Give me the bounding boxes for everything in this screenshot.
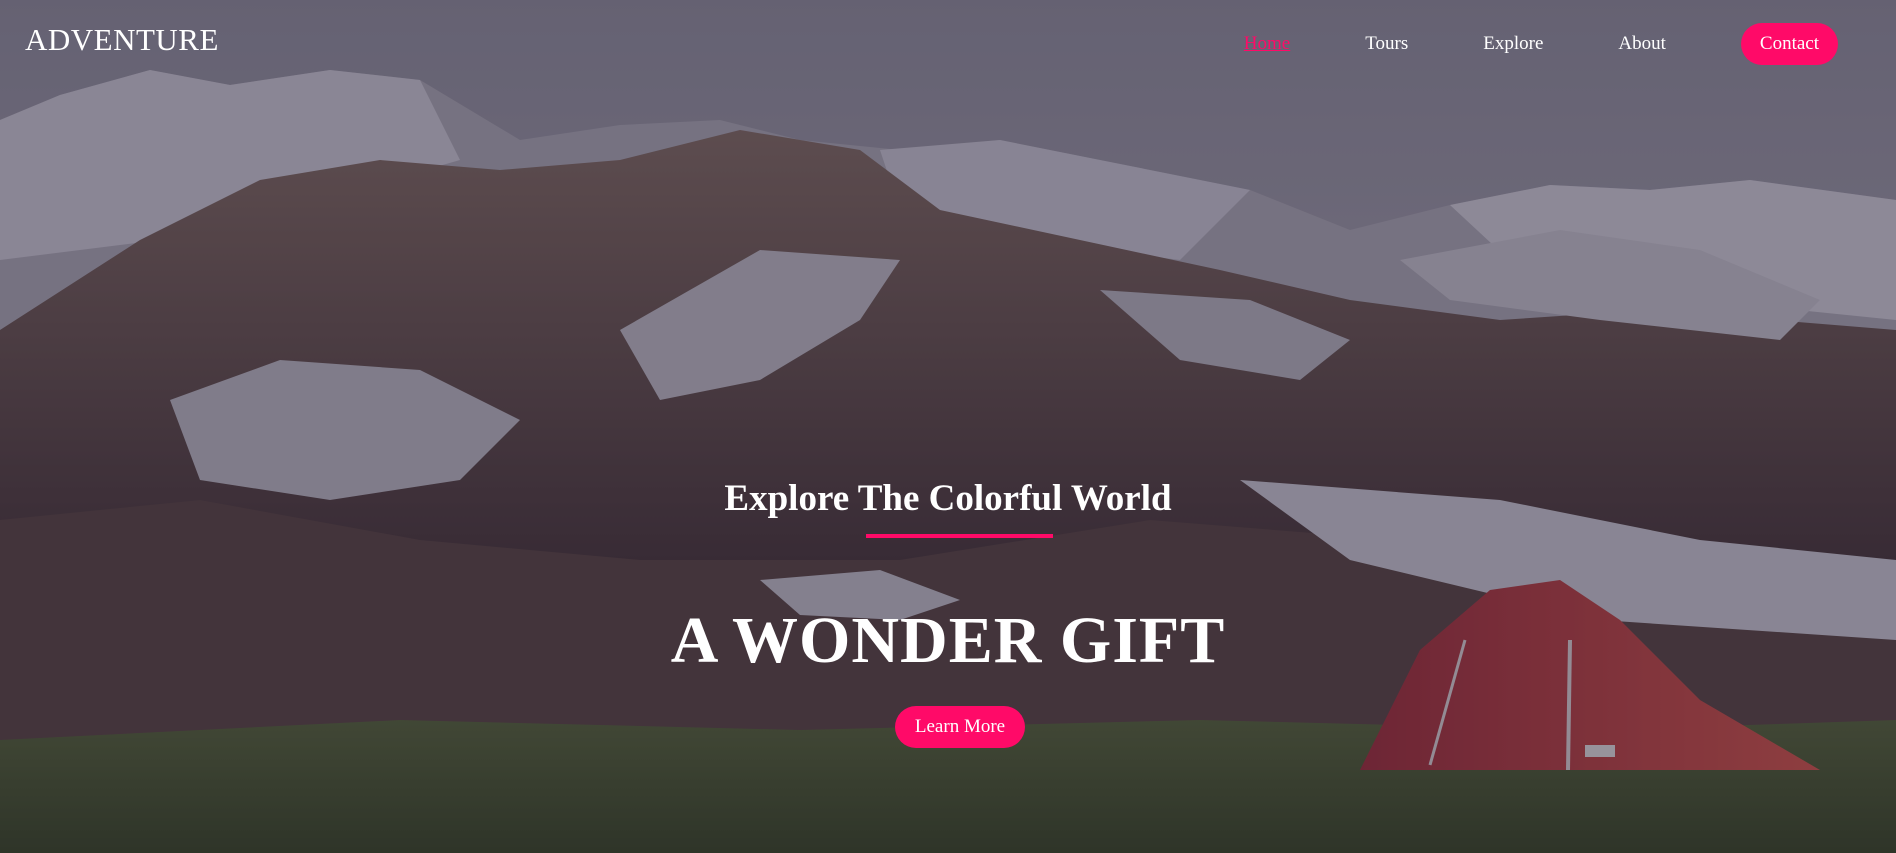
nav-item-about[interactable]: About [1618,23,1666,65]
hero-section: ADVENTURE Home Tours Explore About Conta… [0,0,1896,853]
nav-item-explore[interactable]: Explore [1483,23,1543,65]
hero-headline: A WONDER GIFT [670,604,1226,677]
nav-item-tours[interactable]: Tours [1365,23,1408,65]
nav-item-home[interactable]: Home [1244,23,1290,65]
contact-button[interactable]: Contact [1740,23,1838,65]
subtitle-underline-divider [866,534,1053,538]
hero-subtitle: Explore The Colorful World [724,478,1172,519]
main-nav: Home Tours Explore About Contact [1244,23,1838,65]
site-logo[interactable]: ADVENTURE [25,22,219,58]
learn-more-button[interactable]: Learn More [895,706,1025,748]
